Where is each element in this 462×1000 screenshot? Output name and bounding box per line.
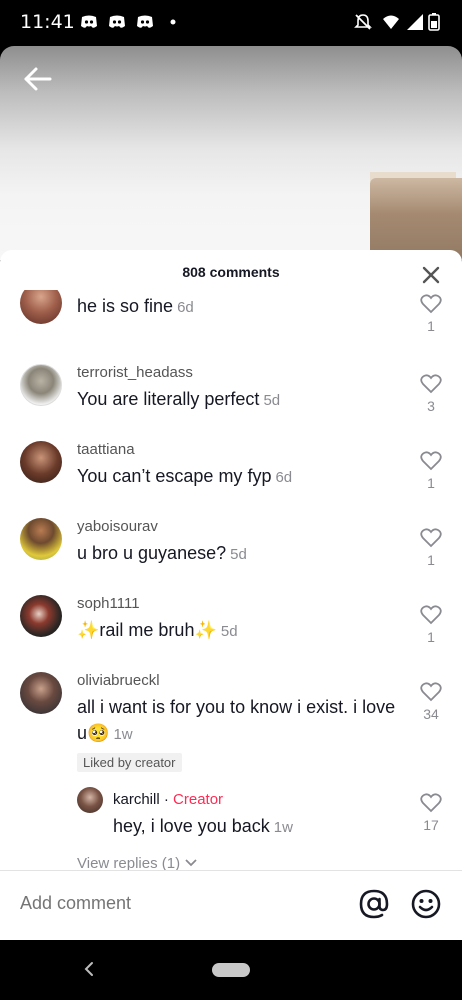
avatar[interactable] [20, 518, 62, 560]
view-replies-link[interactable]: View replies (1) [77, 855, 198, 870]
like-button[interactable]: 3 [418, 374, 444, 414]
reply-time: 1w [273, 819, 293, 836]
comment-text: all i want is for you to know i exist. i… [77, 694, 397, 748]
heart-icon [420, 294, 442, 314]
comment-time: 5d [220, 623, 238, 640]
comment-body: You are literally perfect [77, 389, 260, 409]
comment-username[interactable]: yaboisourav [77, 518, 158, 535]
like-button[interactable]: 1 [418, 605, 444, 645]
wifi-icon [383, 15, 399, 29]
system-nav-bar [0, 940, 462, 1000]
heart-icon [420, 528, 442, 548]
like-count: 1 [427, 629, 435, 645]
like-count: 1 [427, 318, 435, 334]
reply-username[interactable]: karchill [113, 791, 160, 808]
like-count: 1 [427, 552, 435, 568]
comments-count-title: 808 comments [182, 264, 280, 280]
like-count: 17 [423, 817, 439, 833]
reply-body: hey, i love you back [113, 816, 270, 836]
video-frame-object [370, 178, 462, 260]
add-comment-bar [0, 870, 462, 940]
reply-text: hey, i love you back 1w [113, 813, 403, 841]
like-button[interactable]: 1 [418, 294, 444, 334]
mute-icon [354, 14, 372, 30]
discord-icon [137, 15, 153, 28]
comment-text: You can’t escape my fyp 6d [77, 463, 397, 491]
avatar[interactable] [20, 441, 62, 483]
nav-back-icon[interactable] [80, 960, 98, 978]
video-preview[interactable] [0, 46, 462, 260]
close-icon[interactable] [420, 264, 442, 286]
like-button[interactable]: 1 [418, 451, 444, 491]
comment-text: ✨rail me bruh✨ 5d [77, 617, 397, 645]
avatar[interactable] [20, 672, 62, 714]
comment-username[interactable]: soph1111 [77, 595, 140, 612]
discord-icon [81, 15, 97, 28]
home-pill[interactable] [212, 963, 250, 977]
comment-username[interactable]: oliviabrueckl [77, 672, 160, 689]
creator-tag: Creator [173, 791, 224, 808]
comment-time: 6d [275, 469, 293, 486]
comment-text: You are literally perfect 5d [77, 386, 397, 414]
discord-icon [109, 15, 125, 28]
comment-time: 1w [113, 726, 133, 743]
comment-body: u bro u guyanese? [77, 543, 227, 563]
status-time: 11:41 [20, 11, 75, 33]
comment-text: u bro u guyanese? 5d [77, 540, 397, 568]
signal-icon [407, 14, 423, 30]
liked-by-creator-badge: Liked by creator [77, 753, 182, 772]
emoji-icon[interactable] [410, 888, 442, 920]
heart-icon [420, 451, 442, 471]
like-count: 34 [423, 706, 439, 722]
heart-icon [420, 682, 442, 702]
comment-username[interactable]: taattiana [77, 441, 135, 458]
comment-time: 5d [263, 392, 281, 409]
avatar[interactable] [20, 595, 62, 637]
at-icon[interactable] [358, 888, 390, 920]
dot-icon [170, 19, 176, 25]
arrow-left-icon[interactable] [22, 64, 54, 94]
avatar[interactable] [20, 290, 62, 324]
comment-username[interactable]: terrorist_headass [77, 364, 193, 381]
like-button[interactable]: 17 [418, 793, 444, 833]
comment-body: he is so fine [77, 296, 174, 316]
avatar[interactable] [77, 787, 103, 813]
chevron-down-icon [185, 859, 197, 867]
like-count: 3 [427, 398, 435, 414]
avatar[interactable] [20, 364, 62, 406]
comment-time: 6d [177, 299, 194, 316]
heart-icon [420, 605, 442, 625]
view-replies-label: View replies (1) [77, 855, 181, 870]
like-button[interactable]: 34 [418, 682, 444, 722]
reply-username-row: karchill · Creator [113, 791, 223, 808]
comment-text: he is so fine 6d [77, 293, 397, 321]
like-count: 1 [427, 475, 435, 491]
comment-body: You can’t escape my fyp [77, 466, 272, 486]
heart-icon [420, 793, 442, 813]
comment-body: ✨rail me bruh✨ [77, 620, 217, 640]
like-button[interactable]: 1 [418, 528, 444, 568]
heart-icon [420, 374, 442, 394]
separator: · [163, 791, 169, 808]
comment-time: 5d [230, 546, 247, 563]
tiktok-comments-screen: 11:41 808 comments curlyyyheadmariam [0, 0, 462, 1000]
battery-icon [428, 13, 440, 31]
add-comment-input[interactable] [20, 893, 320, 914]
comments-sheet: 808 comments curlyyyheadmariam he is so … [0, 250, 462, 940]
status-bar: 11:41 [0, 0, 462, 46]
comments-list[interactable]: curlyyyheadmariam he is so fine6d 1 terr… [0, 290, 462, 870]
